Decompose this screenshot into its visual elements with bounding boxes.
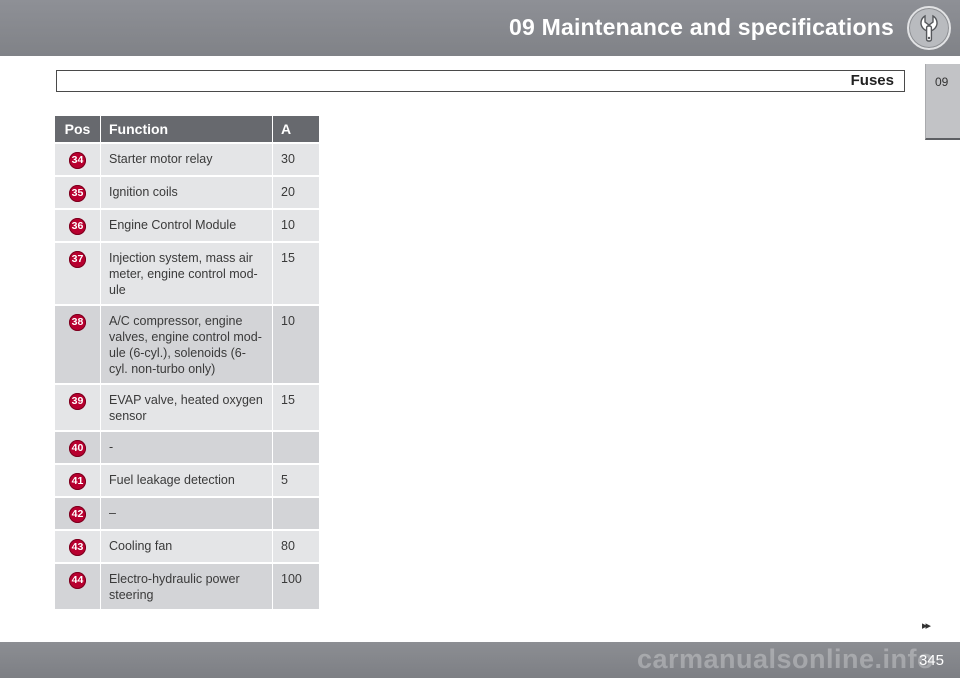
fuse-function: Engine Control Module [101, 208, 273, 241]
table-row: 37 Injection system, mass air meter, eng… [55, 241, 319, 304]
fuse-position-badge: 36 [69, 218, 86, 235]
table-row: 44 Electro-hydraulic power steering 100 [55, 562, 319, 609]
wrench-icon [907, 6, 951, 50]
fuse-function: EVAP valve, heated oxygen sensor [101, 383, 273, 430]
fuse-amperage: 10 [273, 208, 319, 241]
section-header: Fuses [56, 70, 905, 92]
fuse-function: – [101, 496, 273, 529]
table-row: 43 Cooling fan 80 [55, 529, 319, 562]
fuse-amperage [273, 430, 319, 463]
fuse-function: Starter motor relay [101, 142, 273, 175]
fuse-amperage: 10 [273, 304, 319, 383]
fuse-position-badge: 34 [69, 152, 86, 169]
fuse-function: A/C compressor, engine valves, engine co… [101, 304, 273, 383]
table-row: 39 EVAP valve, heated oxygen sensor 15 [55, 383, 319, 430]
fuse-amperage: 80 [273, 529, 319, 562]
table-header-row: Pos Function A [55, 116, 319, 142]
section-title: Fuses [850, 72, 894, 89]
fuse-position-badge: 41 [69, 473, 86, 490]
fuse-function: Injection system, mass air meter, engine… [101, 241, 273, 304]
fuse-amperage [273, 496, 319, 529]
fuse-amperage: 20 [273, 175, 319, 208]
column-header-amps: A [273, 116, 319, 142]
fuse-position-badge: 38 [69, 314, 86, 331]
fuse-function: - [101, 430, 273, 463]
fuse-position-badge: 39 [69, 393, 86, 410]
chapter-title: 09 Maintenance and specifications [509, 14, 894, 40]
table-row: 41 Fuel leakage detection 5 [55, 463, 319, 496]
table-row: 42 – [55, 496, 319, 529]
fuse-function: Electro-hydraulic power steering [101, 562, 273, 609]
fuse-amperage: 15 [273, 383, 319, 430]
fuse-function: Cooling fan [101, 529, 273, 562]
fuse-position-badge: 44 [69, 572, 86, 589]
chapter-tab[interactable]: 09 [925, 64, 960, 140]
watermark: carmanualsonline.info [636, 644, 934, 674]
table-row: 40 - [55, 430, 319, 463]
manual-page: 09 Maintenance and specifications Fuses … [0, 0, 960, 678]
fuse-amperage: 5 [273, 463, 319, 496]
fuse-table: Pos Function A 34 Starter motor relay 30… [55, 116, 319, 609]
fuse-position-badge: 43 [69, 539, 86, 556]
fuse-amperage: 15 [273, 241, 319, 304]
fuse-amperage: 100 [273, 562, 319, 609]
table-row: 34 Starter motor relay 30 [55, 142, 319, 175]
chapter-header-bar: 09 Maintenance and specifications [0, 0, 960, 56]
fuse-position-badge: 37 [69, 251, 86, 268]
chapter-tab-label: 09 [935, 75, 949, 89]
table-row: 35 Ignition coils 20 [55, 175, 319, 208]
column-header-pos: Pos [55, 116, 101, 142]
fuse-function: Fuel leakage detection [101, 463, 273, 496]
fuse-position-badge: 40 [69, 440, 86, 457]
column-header-function: Function [101, 116, 273, 142]
continue-arrows-icon: ▸▸ [922, 620, 931, 632]
fuse-amperage: 30 [273, 142, 319, 175]
fuse-function: Ignition coils [101, 175, 273, 208]
table-row: 36 Engine Control Module 10 [55, 208, 319, 241]
fuse-position-badge: 35 [69, 185, 86, 202]
fuse-position-badge: 42 [69, 506, 86, 523]
table-row: 38 A/C compressor, engine valves, engine… [55, 304, 319, 383]
